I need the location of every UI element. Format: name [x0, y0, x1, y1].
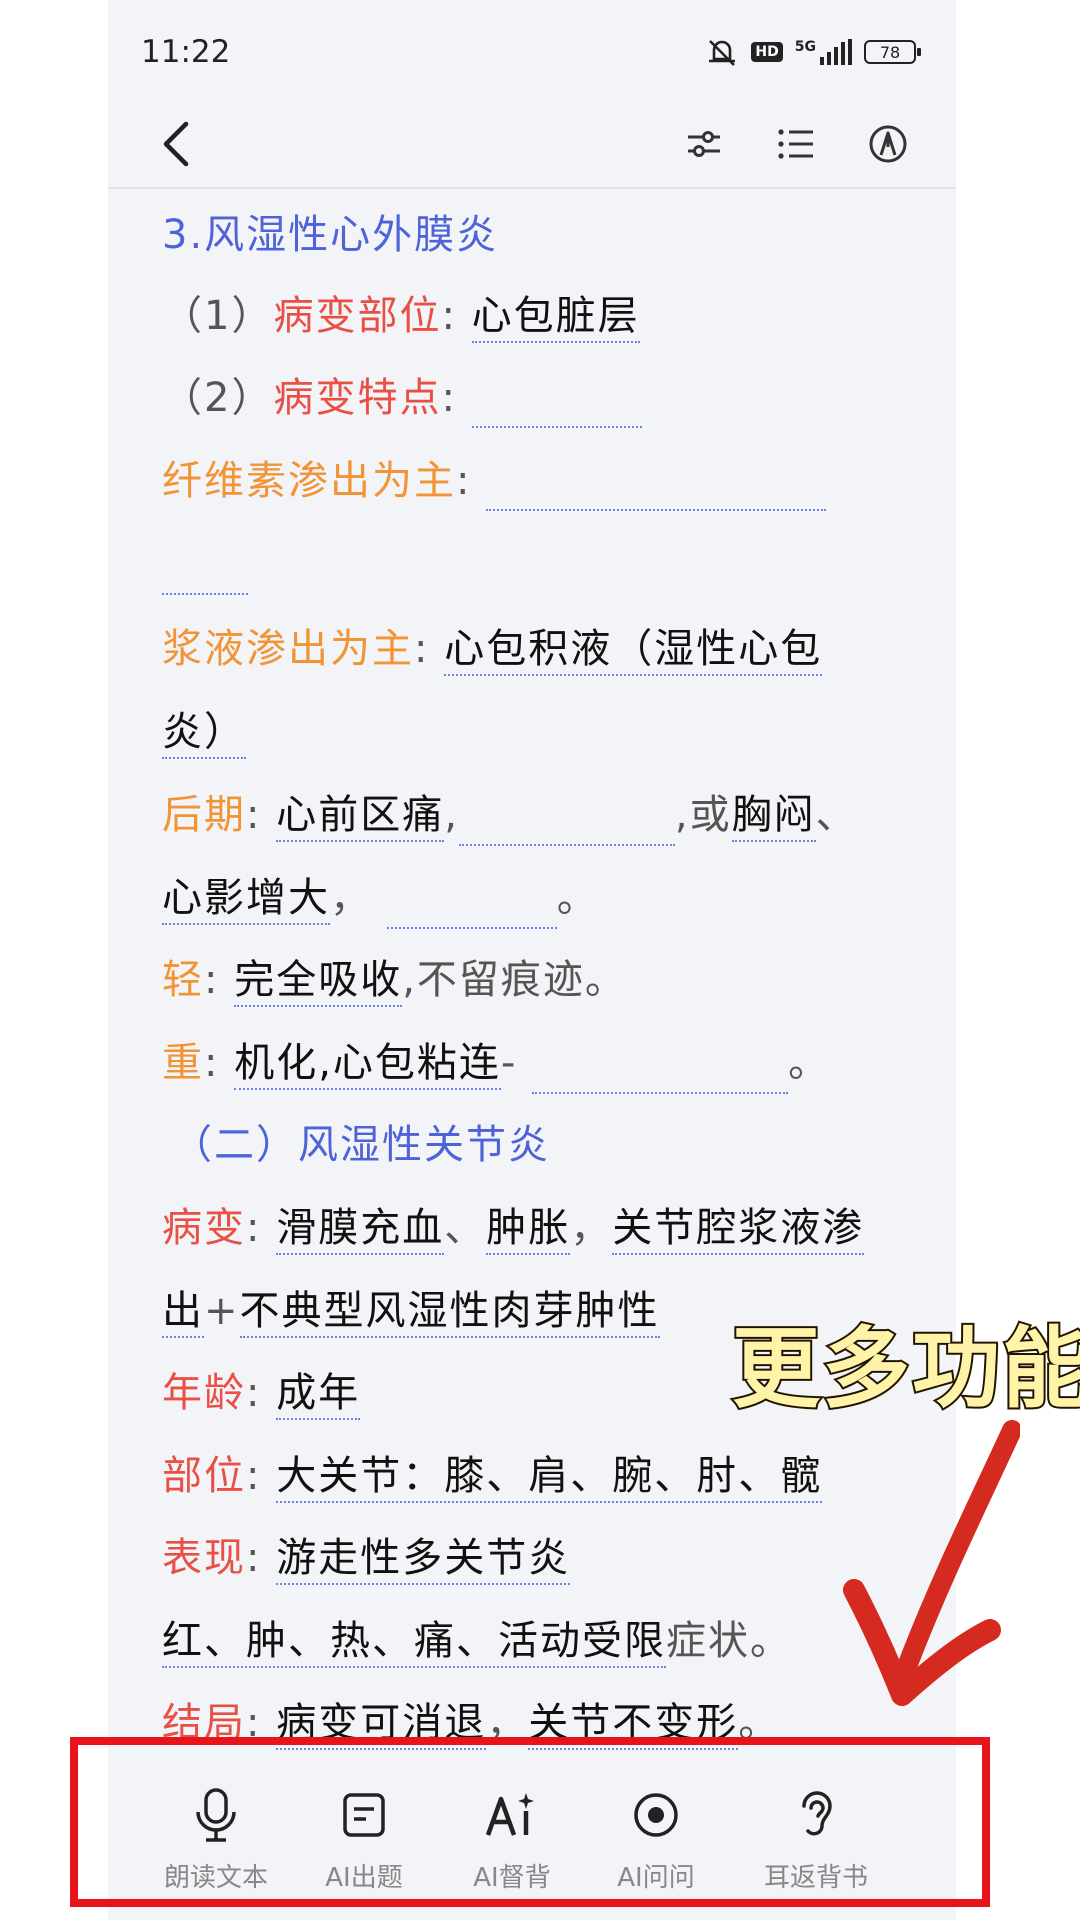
chevron-left-icon	[163, 121, 189, 167]
answer-lesion-3[interactable]: 关节腔浆液渗	[612, 1205, 865, 1255]
label-show: 表现	[162, 1535, 246, 1581]
label-fibrin: 纤维素渗出为主	[162, 458, 456, 504]
line-severe: 重: 机化,心包粘连- 。	[162, 1033, 830, 1094]
label-serous: 浆液渗出为主	[162, 626, 414, 672]
answer-late-3[interactable]: 心影增大	[162, 875, 330, 925]
answer-lesion-1[interactable]: 滑膜充血	[276, 1205, 445, 1255]
line-part: 部位: 大关节：膝、肩、腕、肘、髋	[162, 1446, 823, 1506]
section-heading-pericarditis: 3.风湿性心外膜炎	[162, 212, 499, 258]
list-icon	[778, 129, 813, 159]
line-age: 年龄: 成年	[162, 1363, 361, 1423]
arrow-down-icon	[843, 1420, 1020, 1706]
nav-divider	[108, 187, 956, 189]
toolbar-highlight-box	[70, 1737, 990, 1907]
status-bar: 11:22 HD 5G 78	[108, 0, 956, 110]
label-mild: 轻	[162, 957, 204, 1003]
line-late: 后期: 心前区痛, ,或胸闷、	[162, 785, 858, 846]
label-lesion: 病变	[162, 1205, 246, 1251]
blank-fibrin[interactable]	[486, 465, 827, 511]
label-late: 后期	[162, 792, 246, 838]
line-lesion-site: （1）病变部位: 心包脏层	[162, 286, 640, 346]
blank-severe[interactable]	[532, 1048, 789, 1094]
blank-fibrin-cont[interactable]	[162, 549, 248, 595]
label-lesion-feature: 病变特点	[273, 375, 442, 421]
hd-icon: HD	[751, 42, 783, 62]
line-show-cont: 红、肿、热、痛、活动受限症状。	[162, 1611, 792, 1671]
label-age: 年龄	[162, 1370, 246, 1416]
line-late-cont: 心影增大， 。	[162, 868, 599, 929]
sliders-icon	[688, 131, 720, 157]
blank-lesion-feature[interactable]	[471, 382, 642, 428]
answer-serous-cont[interactable]: 炎）	[162, 709, 246, 759]
answer-severe[interactable]: 机化,心包粘连	[234, 1040, 501, 1090]
mute-vibrate-icon	[705, 37, 739, 67]
line-lesion-cont: 出+不典型风湿性肉芽肿性	[162, 1281, 660, 1341]
section-heading-arthritis: （二）风湿性关节炎	[172, 1122, 550, 1168]
signal-icon: 5G	[795, 39, 852, 65]
answer-show-2[interactable]: 红、肿、热、痛、活动受限	[162, 1618, 666, 1668]
answer-lesion-site[interactable]: 心包脏层	[471, 293, 640, 343]
answer-late-1[interactable]: 心前区痛	[276, 792, 445, 842]
top-navigation-bar	[108, 110, 956, 187]
answer-part[interactable]: 大关节：膝、肩、腕、肘、髋	[276, 1453, 823, 1503]
answer-show-1[interactable]: 游走性多关节炎	[276, 1535, 571, 1585]
blank-late-cont[interactable]	[386, 883, 557, 929]
label-severe: 重	[162, 1040, 204, 1086]
line-lesion: 病变: 滑膜充血、肿胀，关节腔浆液渗	[162, 1198, 865, 1258]
answer-lesion-4[interactable]: 出	[162, 1288, 204, 1338]
blank-late[interactable]	[458, 800, 675, 846]
back-button[interactable]	[156, 116, 196, 172]
line-mild: 轻: 完全吸收,不留痕迹。	[162, 950, 627, 1010]
phone-screen: 11:22 HD 5G 78 3.风湿性心外膜炎 （1）病变部位: 心包脏层 （…	[108, 0, 956, 1920]
answer-mild[interactable]: 完全吸收	[234, 957, 403, 1007]
battery-icon: 78	[864, 40, 921, 64]
ai-edit-button[interactable]	[860, 116, 916, 172]
ai-pen-icon	[869, 125, 907, 163]
outline-list-button[interactable]	[768, 116, 824, 172]
answer-late-2[interactable]: 胸闷	[731, 792, 816, 842]
battery-level: 78	[879, 42, 901, 62]
label-lesion-site: 病变部位	[273, 293, 442, 339]
line-fibrin: 纤维素渗出为主:	[162, 451, 827, 511]
label-part: 部位	[162, 1453, 246, 1499]
network-type: 5G	[794, 39, 816, 55]
line-lesion-feature: （2）病变特点:	[162, 368, 642, 428]
status-icons: HD 5G 78	[705, 36, 921, 68]
more-features-label: 更多功能	[730, 1315, 1080, 1422]
answer-lesion-2[interactable]: 肿胀	[486, 1205, 571, 1255]
line-serous-cont: 炎）	[162, 702, 246, 762]
line-fibrin-cont	[162, 535, 248, 595]
answer-lesion-5[interactable]: 不典型风湿性肉芽肿性	[239, 1288, 660, 1338]
line-serous: 浆液渗出为主: 心包积液（湿性心包	[162, 619, 823, 679]
answer-age[interactable]: 成年	[276, 1370, 361, 1420]
answer-serous[interactable]: 心包积液（湿性心包	[444, 626, 823, 676]
filter-settings-button[interactable]	[676, 116, 732, 172]
line-show: 表现: 游走性多关节炎	[162, 1528, 571, 1588]
status-time: 11:22	[141, 34, 231, 70]
